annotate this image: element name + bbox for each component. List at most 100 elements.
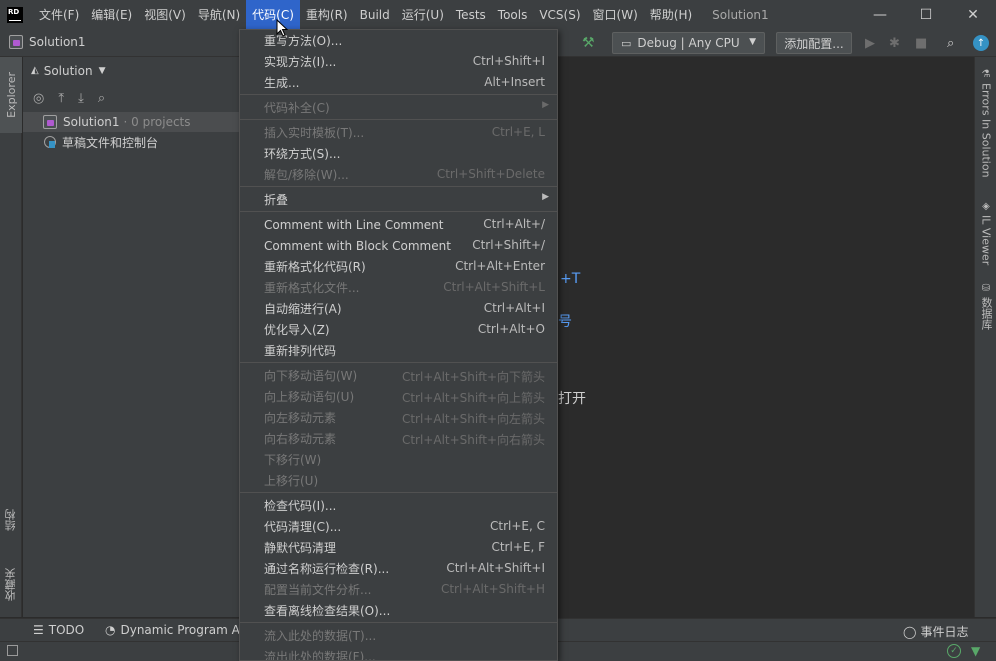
code-menu-item-label: 配置当前文件分析... [264, 583, 372, 597]
add-configuration-button[interactable]: 添加配置... [776, 32, 852, 54]
code-menu-item[interactable]: 向下移动语句(W) Ctrl+Alt+Shift+向下箭头 [240, 365, 557, 386]
tab-favorites[interactable]: 收藏夹 [0, 557, 22, 613]
code-menu-item-label: 通过名称运行检查(R)... [264, 562, 390, 576]
maximize-button[interactable]: ☐ [903, 0, 949, 30]
update-icon[interactable]: ↑ [973, 35, 989, 51]
debug-icon[interactable]: ✱ [889, 36, 900, 51]
code-menu-item[interactable]: 向左移动元素 Ctrl+Alt+Shift+向左箭头 [240, 407, 557, 428]
menu-item[interactable]: 导航(N) [192, 0, 246, 30]
toggle-tool-windows-icon[interactable] [7, 645, 18, 656]
tab-structure[interactable]: 结构 [0, 497, 22, 543]
code-menu-item[interactable]: 插入实时模板(T)... Ctrl+E, L [240, 122, 557, 143]
code-menu-item[interactable]: Comment with Line Comment Ctrl+Alt+/ [240, 214, 557, 235]
stop-icon[interactable]: ■ [915, 36, 927, 51]
search-icon[interactable]: ⌕ [98, 91, 105, 106]
code-menu-item-label: 流入此处的数据(T)... [264, 629, 377, 643]
code-menu-item[interactable]: 代码清理(C)... Ctrl+E, C [240, 516, 557, 537]
code-menu-item[interactable]: 通过名称运行检查(R)... Ctrl+Alt+Shift+I [240, 558, 557, 579]
menu-item[interactable]: VCS(S) [533, 0, 586, 30]
code-menu-item[interactable]: 向右移动元素 Ctrl+Alt+Shift+向右箭头 [240, 428, 557, 449]
breadcrumb[interactable]: Solution1 [9, 35, 86, 49]
menu-item[interactable]: 视图(V) [138, 0, 192, 30]
search-icon[interactable]: ⌕ [947, 36, 954, 51]
code-menu-item[interactable]: 静默代码清理 Ctrl+E, F [240, 537, 557, 558]
scratch-icon [43, 135, 57, 149]
tab-database[interactable]: ⛁ 数据库 [977, 283, 995, 330]
tab-errors-in-solution[interactable]: ⚗ Errors In Solution [977, 69, 995, 178]
tab-event-log[interactable]: ◯ 事件日志 [903, 623, 968, 640]
code-menu-item-shortcut: Ctrl+Alt+Shift+H [440, 582, 545, 596]
mouse-cursor-icon [276, 19, 288, 37]
app-logo: RD [7, 7, 23, 23]
code-menu-item[interactable]: 配置当前文件分析... Ctrl+Alt+Shift+H [240, 579, 557, 600]
menu-item[interactable]: Tools [492, 0, 534, 30]
collapse-all-icon[interactable]: ⤒ [58, 91, 64, 106]
check-ok-icon[interactable]: ✓ [947, 644, 961, 658]
code-menu-item[interactable]: 下移行(W) [240, 449, 557, 470]
code-menu-item[interactable]: 实现方法(I)... Ctrl+Shift+I [240, 51, 557, 72]
menu-item[interactable]: Tests [450, 0, 492, 30]
submenu-arrow-icon: ▶ [542, 192, 549, 202]
code-menu-item-label: 自动缩进行(A) [264, 302, 342, 316]
code-menu-item[interactable]: 检查代码(I)... [240, 495, 557, 516]
track-active-icon[interactable]: ◎ [33, 91, 44, 106]
menu-item[interactable]: 重构(R) [300, 0, 354, 30]
code-menu-item[interactable]: 折叠 ▶ [240, 189, 557, 210]
code-menu-item[interactable]: 生成... Alt+Insert [240, 72, 557, 93]
solution-explorer: ◭ Solution ▼ ◎ ⤒ ⤓ ⌕ Solution1 · 0 proje… [23, 57, 239, 617]
menu-item[interactable]: Build [354, 0, 396, 30]
menu-item[interactable]: 运行(U) [396, 0, 450, 30]
code-menu-item[interactable]: 重新格式化文件... Ctrl+Alt+Shift+L [240, 277, 557, 298]
menu-item[interactable]: 窗口(W) [587, 0, 644, 30]
close-button[interactable]: ✕ [950, 0, 996, 30]
minimize-button[interactable]: — [857, 0, 903, 30]
code-menu-item-shortcut: Ctrl+Alt+O [477, 322, 545, 336]
code-menu-item[interactable]: 流出此处的数据(F)... [240, 646, 557, 661]
code-menu-item[interactable]: Comment with Block Comment Ctrl+Shift+/ [240, 235, 557, 256]
code-menu-item-shortcut: Ctrl+Shift+/ [472, 238, 545, 252]
code-menu-item-shortcut: Ctrl+Alt+I [483, 301, 545, 315]
code-menu-item-label: 环绕方式(S)... [264, 147, 341, 161]
run-icon[interactable]: ▶ [865, 36, 875, 51]
tab-il-viewer[interactable]: ◈ IL Viewer [977, 201, 995, 265]
tab-todo[interactable]: ☰ TODO [33, 623, 84, 637]
code-menu-item-shortcut: Ctrl+Alt+Shift+向下箭头 [401, 370, 545, 384]
code-menu-item[interactable]: 优化导入(Z) Ctrl+Alt+O [240, 319, 557, 340]
chevron-down-icon: ▼ [98, 65, 106, 76]
code-menu-item-label: 流出此处的数据(F)... [264, 650, 376, 661]
code-menu-item[interactable]: 向上移动语句(U) Ctrl+Alt+Shift+向上箭头 [240, 386, 557, 407]
window-title: Solution1 [712, 8, 769, 22]
il-icon: ◈ [980, 201, 992, 212]
build-hammer-icon[interactable]: ⚒ [582, 35, 595, 51]
editor-hint: 打开 [558, 391, 586, 407]
code-menu-item[interactable]: 环绕方式(S)... [240, 143, 557, 164]
menu-item[interactable]: 文件(F) [33, 0, 85, 30]
code-menu-item[interactable]: 重新格式化代码(R) Ctrl+Alt+Enter [240, 256, 557, 277]
code-menu-item[interactable]: 代码补全(C) ▶ [240, 97, 557, 118]
menu-items: 文件(F) 编辑(E) 视图(V) 导航(N) 代码(C) 重构(R) Build 运行(U)… [33, 0, 698, 30]
code-menu-item[interactable]: 上移行(U) [240, 470, 557, 491]
tab-dynamic-program-analysis[interactable]: ◔ Dynamic Program Ana [105, 623, 255, 637]
code-menu-item[interactable]: 自动缩进行(A) Ctrl+Alt+I [240, 298, 557, 319]
run-configuration-select[interactable]: ▭ Debug | Any CPU ▼ [612, 32, 765, 54]
menu-item[interactable]: 编辑(E) [85, 0, 138, 30]
explorer-header[interactable]: ◭ Solution ▼ [23, 57, 239, 84]
expand-all-icon[interactable]: ⤓ [78, 91, 84, 106]
menu-item[interactable]: 代码(C) [246, 0, 300, 30]
tab-todo-label: TODO [48, 623, 85, 637]
code-menu-item[interactable]: 解包/移除(W)... Ctrl+Shift+Delete [240, 164, 557, 185]
menu-item[interactable]: 帮助(H) [644, 0, 698, 30]
tree-item-scratches[interactable]: 草稿文件和控制台 [23, 132, 239, 152]
tab-dpa-label: Dynamic Program Ana [120, 623, 255, 637]
inspection-icon[interactable]: ▼ [971, 644, 980, 658]
tab-explorer[interactable]: Explorer [0, 57, 22, 133]
breadcrumb-solution[interactable]: Solution1 [29, 35, 86, 49]
code-menu-item-shortcut: Ctrl+Alt+Shift+向右箭头 [401, 433, 545, 447]
code-menu-item[interactable]: 查看离线检查结果(O)... [240, 600, 557, 621]
tree-item-label: 草稿文件和控制台 [62, 135, 159, 150]
left-tool-strip: Explorer 结构 收藏夹 [0, 57, 22, 617]
code-menu-item[interactable]: 重新排列代码 [240, 340, 557, 361]
tree-item-solution[interactable]: Solution1 · 0 projects [23, 112, 239, 132]
tree-item-meta: · 0 projects [123, 115, 191, 129]
code-menu-item[interactable]: 流入此处的数据(T)... [240, 625, 557, 646]
